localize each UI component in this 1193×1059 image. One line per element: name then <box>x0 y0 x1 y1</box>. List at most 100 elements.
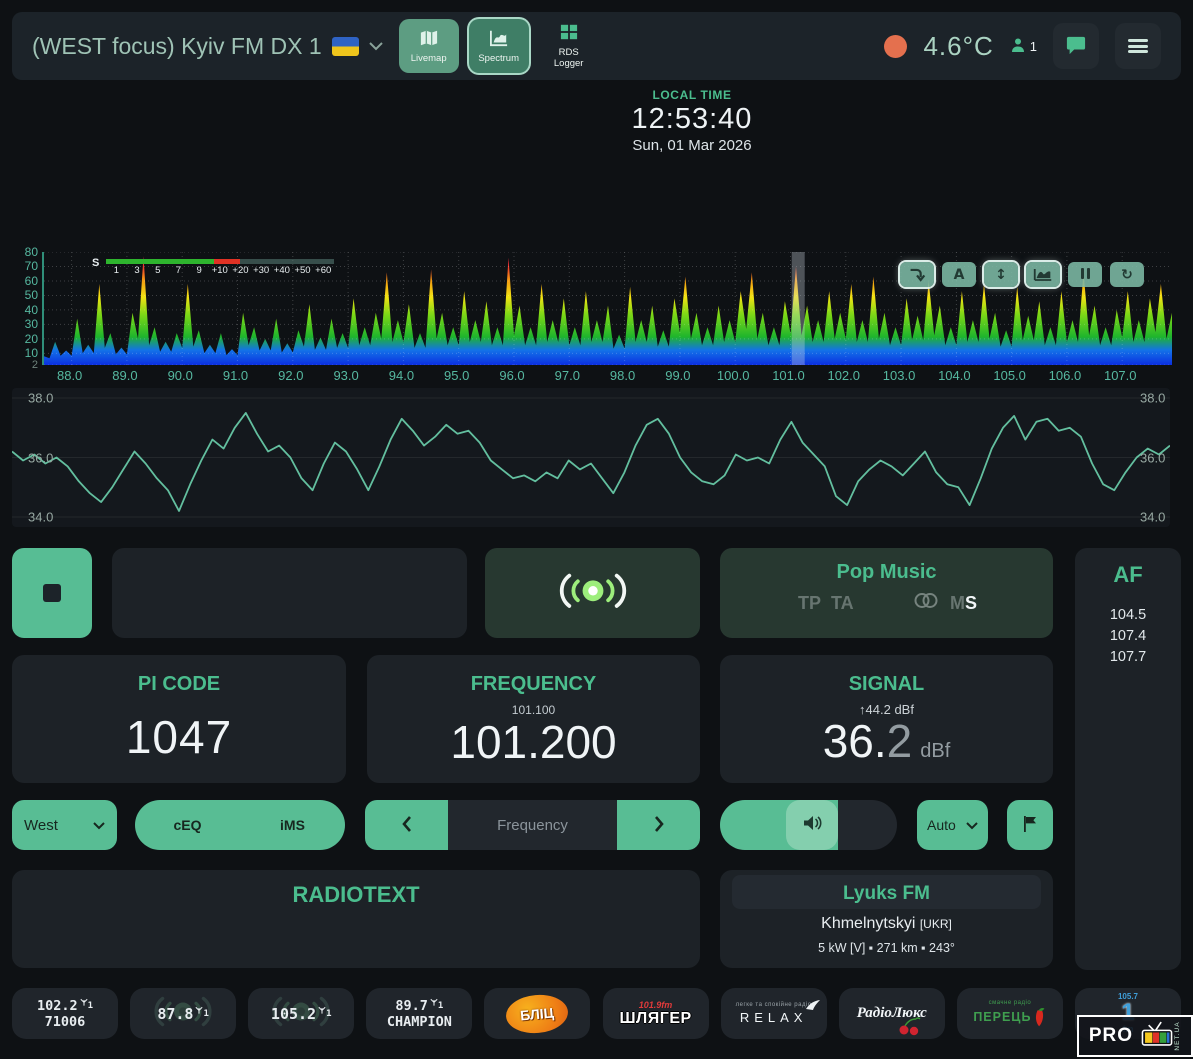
map-icon <box>418 29 440 50</box>
protv-pro-text: PRO <box>1089 1025 1133 1047</box>
antenna-select[interactable]: West <box>12 800 117 850</box>
spectrum-x-tick: 100.0 <box>717 368 750 383</box>
nav-rds-logger-button[interactable]: RDS Logger <box>539 19 599 73</box>
spectrum-y-tick: 80 <box>25 245 38 259</box>
spectrum-x-tick: 88.0 <box>57 368 82 383</box>
signal-y-tick: 34.0 <box>1140 510 1165 525</box>
pi-code-card: PI CODE 1047 <box>12 655 346 783</box>
station-logo[interactable]: 102.2171006 <box>12 988 118 1039</box>
listener-count: 1 <box>1010 37 1037 56</box>
protv-watermark: PRO NET.UA <box>1077 1015 1193 1057</box>
pause-icon <box>1079 267 1091 283</box>
station-logo[interactable]: РадіоЛюкс <box>839 988 945 1039</box>
spectrum-x-tick: 99.0 <box>665 368 690 383</box>
spectrum-refresh-button[interactable]: ↻ <box>1110 262 1144 287</box>
spectrum-fit-vertical-button[interactable]: ↕ <box>984 262 1018 287</box>
ps-name-card <box>112 548 467 638</box>
mode-select-value: Auto <box>927 817 956 833</box>
top-bar-right: 4.6°C 1 <box>884 23 1161 69</box>
station-logo[interactable]: БЛІЦ <box>484 988 590 1039</box>
spectrum-plot-area[interactable]: S 13579+10+20+30+40+50+60 A ↕ <box>42 252 1172 365</box>
area-chart-icon <box>1032 266 1054 283</box>
tune-up-button[interactable] <box>617 800 700 850</box>
spectrum-y-tick: 40 <box>25 303 38 317</box>
pi-code-value: 1047 <box>12 710 346 764</box>
station-name: Lyuks FM <box>720 883 1053 905</box>
spectrum-x-tick: 97.0 <box>555 368 580 383</box>
volume-slider[interactable] <box>720 800 897 850</box>
af-frequency[interactable]: 104.5 <box>1075 605 1181 626</box>
stop-icon <box>43 584 61 602</box>
spectrum-x-axis: 88.089.090.091.092.093.094.095.096.097.0… <box>42 368 1170 384</box>
volume-thumb[interactable] <box>786 800 838 850</box>
spectrum-graph-style-button[interactable] <box>1026 262 1060 287</box>
ims-toggle-button[interactable]: iMS <box>240 800 345 850</box>
spectrum-x-tick: 98.0 <box>610 368 635 383</box>
spectrum-x-tick: 89.0 <box>112 368 137 383</box>
station-logo[interactable]: 101.9fmШЛЯГЕР <box>603 988 709 1039</box>
station-info-card: Lyuks FM Khmelnytskyi [UKR] 5 kW [V] ▪ 2… <box>720 870 1053 968</box>
s-meter-scale: 13579+10+20+30+40+50+60 <box>106 265 334 276</box>
logged-stations-strip: 102.2171006 87.81 105.2189.71CHAMPIONБЛІ… <box>12 988 1181 1039</box>
stop-audio-button[interactable] <box>12 548 92 638</box>
s-meter-bar <box>106 259 334 264</box>
spectrum-x-tick: 106.0 <box>1049 368 1082 383</box>
station-logo[interactable]: смачне радіоПЕРЕЦЬ <box>957 988 1063 1039</box>
station-logo[interactable]: 89.71CHAMPION <box>366 988 472 1039</box>
chevron-down-icon <box>93 817 105 834</box>
station-location: Khmelnytskyi [UKR] <box>720 915 1053 933</box>
pi-code-label: PI CODE <box>12 673 346 696</box>
ceq-toggle-button[interactable]: cEQ <box>135 800 240 850</box>
menu-button[interactable] <box>1115 23 1161 69</box>
spectrum-pause-button[interactable] <box>1068 262 1102 287</box>
tuner-selector[interactable]: (WEST focus) Kyiv FM DX 1 <box>32 33 383 60</box>
tv-icon <box>1139 1020 1175 1052</box>
nav-rds-logger-label: RDS Logger <box>545 47 593 69</box>
spectrum-y-axis: 80706050403020102 <box>12 252 38 365</box>
tp-flag: TP <box>798 593 821 614</box>
spectrum-x-tick: 90.0 <box>168 368 193 383</box>
radiotext-card: RADIOTEXT <box>12 870 700 968</box>
spectrum-x-tick: 105.0 <box>993 368 1026 383</box>
report-flag-button[interactable] <box>1007 800 1053 850</box>
protv-net-text: NET.UA <box>1174 1021 1181 1050</box>
af-frequency[interactable]: 107.7 <box>1075 647 1181 668</box>
mode-select[interactable]: Auto <box>917 800 988 850</box>
chevron-down-icon <box>369 42 383 51</box>
station-logo[interactable]: 105.21 <box>248 988 354 1039</box>
frequency-value: 101.200 <box>367 715 700 769</box>
page-title: (WEST focus) Kyiv FM DX 1 <box>32 33 322 60</box>
band-spectrum-chart: 80706050403020102 S 13579+10+20+30+40+50… <box>12 250 1181 386</box>
spectrum-autoscale-button[interactable]: A <box>942 262 976 287</box>
tuned-frequency-marker <box>792 252 805 365</box>
local-time-label: LOCAL TIME <box>540 88 844 102</box>
spectrum-y-tick: 30 <box>25 317 38 331</box>
spectrum-x-tick: 95.0 <box>444 368 469 383</box>
chevron-right-icon <box>654 816 664 835</box>
rds-flags-card: Pop Music TP TA MS <box>720 548 1053 638</box>
s-meter: S 13579+10+20+30+40+50+60 <box>92 256 352 282</box>
station-logo[interactable]: легке та спокійне радіоRELAX <box>721 988 827 1039</box>
af-list: 104.5107.4107.7 <box>1075 605 1181 668</box>
station-country: [UKR] <box>920 917 952 931</box>
nav-livemap-button[interactable]: Livemap <box>399 19 459 73</box>
s-meter-label: S <box>92 257 99 269</box>
signal-y-tick: 36.0 <box>1140 450 1165 465</box>
af-frequency[interactable]: 107.4 <box>1075 626 1181 647</box>
fm-dx-webserver-app: (WEST focus) Kyiv FM DX 1 Livemap Spectr… <box>0 0 1193 1059</box>
arrow-curve-down-icon <box>906 266 928 283</box>
frequency-input[interactable] <box>448 800 617 850</box>
nav-spectrum-button[interactable]: Spectrum <box>469 19 529 73</box>
refresh-icon: ↻ <box>1121 267 1133 283</box>
main-nav: Livemap Spectrum RDS Logger <box>399 19 599 73</box>
signal-label: SIGNAL <box>720 673 1053 696</box>
spectrum-peak-hold-button[interactable] <box>900 262 934 287</box>
spectrum-y-tick: 2 <box>32 359 38 371</box>
temperature-value: 4.6°C <box>923 31 993 62</box>
stereo-indicator-card <box>485 548 700 638</box>
frequency-card: FREQUENCY 101.100 101.200 <box>367 655 700 783</box>
stereo-circles-icon <box>912 592 940 614</box>
station-logo[interactable]: 87.81 <box>130 988 236 1039</box>
chat-button[interactable] <box>1053 23 1099 69</box>
tune-down-button[interactable] <box>365 800 448 850</box>
